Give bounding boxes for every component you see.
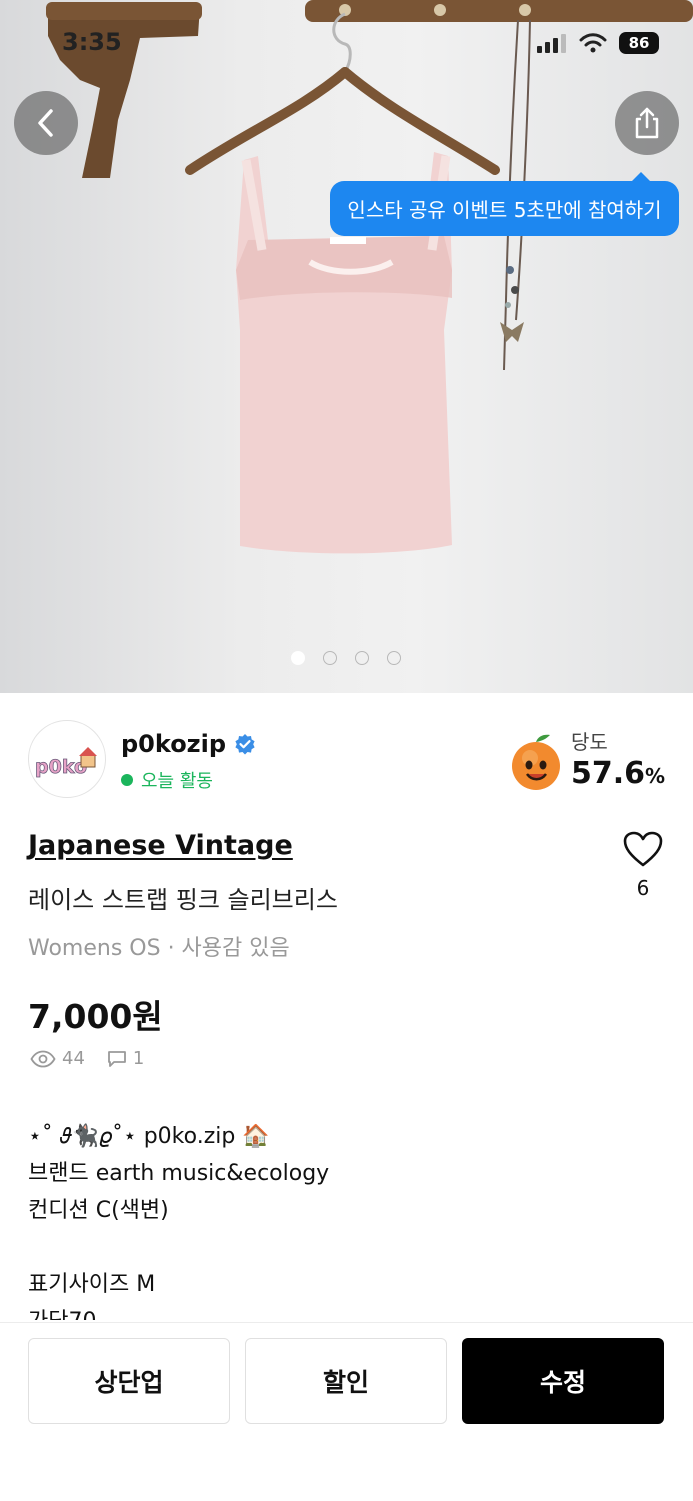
heart-icon (623, 831, 663, 867)
description-line (28, 1229, 668, 1266)
comment-count: 1 (132, 1048, 145, 1069)
product-photo (46, 0, 693, 554)
status-time: 3:35 (62, 28, 122, 56)
page-dot[interactable] (323, 651, 337, 665)
bump-button[interactable]: 상단업 (28, 1338, 230, 1424)
seller-name-row[interactable]: p0kozip (121, 730, 256, 758)
wifi-icon (579, 33, 607, 53)
battery-indicator: 86 (619, 32, 659, 54)
description-line: 가단70 (28, 1303, 668, 1320)
signal-icon (537, 34, 566, 53)
back-button[interactable] (14, 91, 78, 155)
like-count: 6 (636, 876, 650, 900)
seller-logo: p0ko (35, 747, 97, 778)
description-line: 브랜드 earth music&ecology (28, 1161, 330, 1186)
page-dot[interactable] (355, 651, 369, 665)
product-meta: Womens OS · 사용감 있음 (28, 936, 290, 961)
page-dot[interactable] (387, 651, 401, 665)
sweetness-value: 57.6 (571, 756, 646, 791)
brand-link[interactable]: Japanese Vintage (28, 830, 293, 861)
edit-button[interactable]: 수정 (462, 1338, 664, 1424)
comment-icon (108, 1050, 126, 1067)
description-line: ⋆˚ 𝜗🐈‍⬛𝜚˚⋆ p0ko.zip 🏠 (28, 1124, 270, 1149)
peach-icon (512, 734, 560, 790)
view-count: 44 (62, 1048, 85, 1069)
image-pagination (291, 651, 401, 665)
activity-status: 오늘 활동 (121, 767, 213, 793)
bottom-action-bar: 상단업 할인 수정 (0, 1322, 693, 1501)
eye-icon (30, 1050, 56, 1067)
seller-row[interactable]: p0ko p0kozip 오늘 활동 당도 57.6% (28, 720, 665, 800)
sweetness-label: 당도 (571, 730, 608, 754)
verified-icon (235, 734, 255, 755)
discount-button[interactable]: 할인 (245, 1338, 447, 1424)
sweetness-value-row: 57.6% (571, 756, 665, 791)
page-dot-active[interactable] (291, 651, 305, 665)
engagement-stats: 44 1 (30, 1048, 144, 1069)
description-line: 표기사이즈 M (28, 1272, 156, 1297)
tooltip-arrow (631, 172, 651, 182)
activity-label: 오늘 활동 (141, 771, 213, 792)
description-line: 컨디션 C(색변) (28, 1198, 169, 1223)
back-icon (38, 109, 53, 137)
sweetness-unit: % (645, 764, 666, 788)
product-image[interactable]: 3:35 86 인스타 공유 이벤트 5초만에 참여하기 (0, 0, 693, 693)
seller-avatar[interactable]: p0ko (28, 720, 106, 798)
status-icons: 86 (537, 32, 659, 54)
status-bar: 3:35 86 (0, 0, 693, 86)
share-event-tooltip[interactable]: 인스타 공유 이벤트 5초만에 참여하기 (330, 172, 679, 236)
share-button[interactable] (615, 91, 679, 155)
online-dot (121, 774, 133, 786)
tooltip-text: 인스타 공유 이벤트 5초만에 참여하기 (347, 198, 662, 222)
like-button[interactable]: 6 (620, 830, 666, 900)
product-title: 레이스 스트랩 핑크 슬리브리스 (28, 886, 338, 914)
seller-name: p0kozip (121, 730, 227, 758)
share-icon (635, 107, 659, 139)
svg-text:p0ko: p0ko (35, 756, 87, 778)
product-description: ⋆˚ 𝜗🐈‍⬛𝜚˚⋆ p0ko.zip 🏠 브랜드 earth music&ec… (28, 1118, 668, 1320)
product-price: 7,000원 (28, 997, 163, 1036)
